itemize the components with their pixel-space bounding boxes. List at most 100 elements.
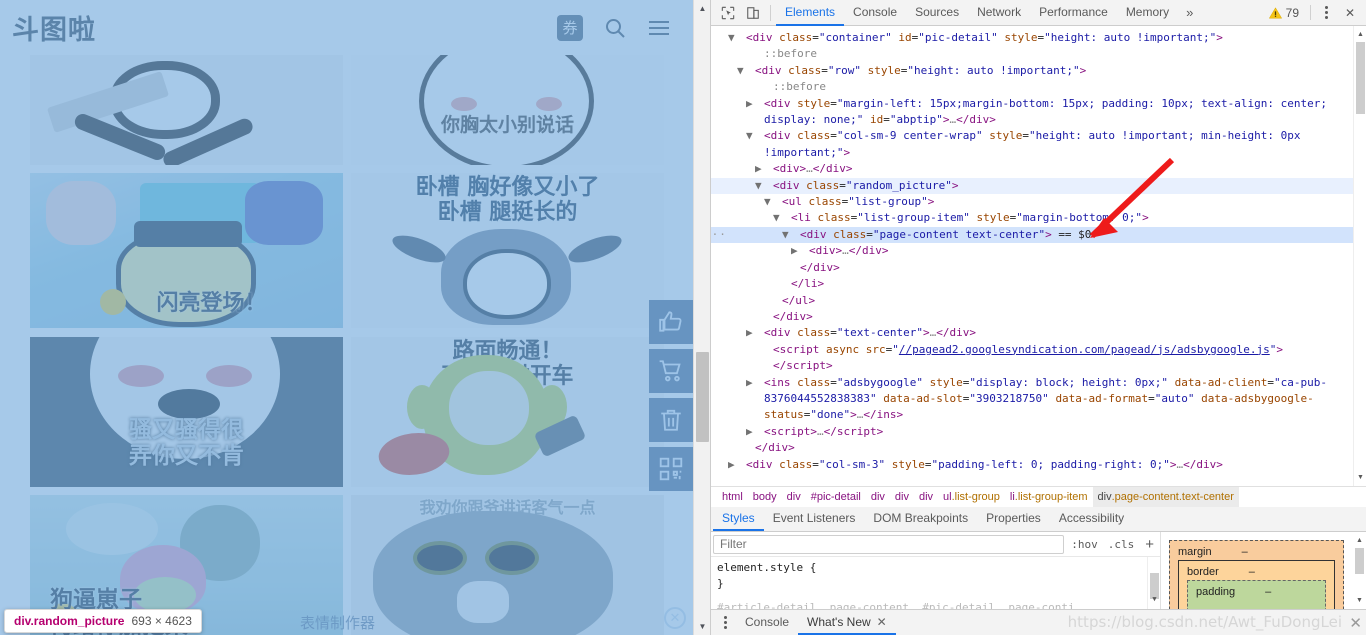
dom-tree-node[interactable]: ▼ <li class="list-group-item" style="marg…: [711, 210, 1366, 226]
tab-elements[interactable]: Elements: [776, 0, 845, 26]
box-model-margin[interactable]: margin – border – padding –: [1169, 540, 1344, 609]
breadcrumb-item[interactable]: ul .list-group: [938, 487, 1005, 507]
scrollbar-thumb[interactable]: [1355, 548, 1364, 574]
meme-card[interactable]: 我劝你跟爷讲话客气一点: [351, 495, 664, 635]
dom-tree-node[interactable]: ▼ <div class="row" style="height: auto !i…: [711, 63, 1366, 79]
dom-tree-node[interactable]: </script>: [711, 358, 1366, 374]
disclosure-triangle-icon[interactable]: ▶: [791, 243, 809, 259]
dom-tree-node[interactable]: ···▼<div class="page-content text-center…: [711, 226, 1366, 244]
styles-scrollbar[interactable]: ▼: [1147, 557, 1160, 609]
scroll-down-icon[interactable]: ▼: [1148, 591, 1160, 607]
scroll-down-icon[interactable]: ▼: [1354, 471, 1366, 484]
site-logo[interactable]: 斗图啦: [12, 8, 96, 47]
disclosure-triangle-icon[interactable]: ▶: [746, 96, 764, 112]
meme-card[interactable]: [30, 55, 343, 165]
disclosure-triangle-icon[interactable]: ▼: [764, 194, 782, 210]
dom-tree-node[interactable]: ▼ <div class="container" id="pic-detail" …: [711, 30, 1366, 46]
disclosure-triangle-icon[interactable]: [764, 79, 773, 95]
disclosure-triangle-icon[interactable]: [782, 276, 791, 292]
breadcrumb-item[interactable]: body: [748, 487, 782, 507]
dom-tree-node[interactable]: </div>: [711, 260, 1366, 276]
dom-tree-node[interactable]: ▶ <div style="margin-left: 15px;margin-bo…: [711, 96, 1366, 129]
breadcrumb-item[interactable]: li .list-group-item: [1005, 487, 1093, 507]
disclosure-triangle-icon[interactable]: ▼: [728, 30, 746, 46]
tab-performance[interactable]: Performance: [1030, 0, 1117, 26]
new-style-rule-button[interactable]: +: [1141, 536, 1158, 553]
dom-tree-node[interactable]: ▶ <div>…</div>: [711, 161, 1366, 177]
disclosure-triangle-icon[interactable]: [764, 342, 773, 358]
drawer-more-options-icon[interactable]: [714, 610, 736, 635]
more-options-icon[interactable]: [1316, 6, 1336, 19]
breadcrumb-item[interactable]: html: [717, 487, 748, 507]
inspect-element-icon[interactable]: [715, 1, 740, 25]
dom-tree-node[interactable]: ▶ <ins class="adsbygoogle" style="display…: [711, 375, 1366, 424]
filter-input[interactable]: [713, 534, 1065, 554]
disclosure-triangle-icon[interactable]: ▶: [746, 375, 764, 391]
dom-tree-node[interactable]: ▼ <div class="random_picture">: [711, 177, 1366, 195]
tab-dom-breakpoints[interactable]: DOM Breakpoints: [864, 507, 977, 531]
dom-tree-node[interactable]: </ul>: [711, 293, 1366, 309]
thumbs-up-icon[interactable]: [649, 300, 693, 344]
breadcrumb-item[interactable]: div: [914, 487, 938, 507]
css-rules-area[interactable]: element.style { } #article-detail .page-…: [711, 557, 1160, 609]
disclosure-triangle-icon[interactable]: [755, 46, 764, 62]
breadcrumb-item[interactable]: div: [782, 487, 806, 507]
drawer-close-icon[interactable]: ✕: [1349, 614, 1362, 632]
breadcrumb-item[interactable]: #pic-detail: [806, 487, 866, 507]
disclosure-triangle-icon[interactable]: [764, 309, 773, 325]
disclosure-triangle-icon[interactable]: [773, 293, 782, 309]
close-icon[interactable]: ✕: [877, 615, 887, 629]
drawer-tab-whats-new[interactable]: What's New ✕: [798, 610, 896, 635]
page-close-icon[interactable]: ✕: [664, 607, 686, 629]
disclosure-triangle-icon[interactable]: ▼: [746, 128, 764, 144]
dom-tree-node[interactable]: ▼ <ul class="list-group">: [711, 194, 1366, 210]
page-scrollbar[interactable]: ▲ ▼: [693, 0, 710, 635]
tab-styles[interactable]: Styles: [713, 507, 764, 531]
disclosure-triangle-icon[interactable]: [764, 358, 773, 374]
menu-icon[interactable]: [647, 16, 671, 40]
dom-tree-node[interactable]: ▼ <div class="col-sm-9 center-wrap" style…: [711, 128, 1366, 161]
box-model-border[interactable]: border – padding –: [1178, 560, 1335, 609]
dom-tree-node[interactable]: ▶ <div>…</div>: [711, 243, 1366, 259]
disclosure-triangle-icon[interactable]: ▶: [755, 161, 773, 177]
disclosure-triangle-icon[interactable]: ▶: [728, 457, 746, 473]
dom-tree-node[interactable]: <script async src="//pagead2.googlesyndi…: [711, 342, 1366, 358]
breadcrumb-item[interactable]: div: [890, 487, 914, 507]
dom-tree-node[interactable]: ▶ <script>…</script>: [711, 424, 1366, 440]
disclosure-triangle-icon[interactable]: ▶: [746, 325, 764, 341]
scroll-up-icon[interactable]: ▲: [1353, 534, 1366, 547]
qrcode-icon[interactable]: [649, 447, 693, 491]
hov-toggle-button[interactable]: :hov: [1068, 538, 1101, 551]
trash-icon[interactable]: [649, 398, 693, 442]
box-model-diagram[interactable]: margin – border – padding –: [1169, 540, 1344, 609]
tab-sources[interactable]: Sources: [906, 0, 968, 26]
dom-tree-node[interactable]: </div>: [711, 440, 1366, 456]
dom-tree-node[interactable]: ::before: [711, 46, 1366, 62]
scrollbar-thumb[interactable]: [696, 352, 709, 442]
coupon-badge-icon[interactable]: 券: [557, 14, 583, 41]
tab-event-listeners[interactable]: Event Listeners: [764, 507, 865, 531]
node-gutter-dots[interactable]: ···: [711, 227, 727, 243]
device-toolbar-icon[interactable]: [740, 1, 765, 25]
box-model-scrollbar[interactable]: ▲ ▼: [1353, 532, 1366, 609]
tab-accessibility[interactable]: Accessibility: [1050, 507, 1133, 531]
box-model-padding[interactable]: padding –: [1187, 580, 1326, 609]
tab-network[interactable]: Network: [968, 0, 1030, 26]
dom-tree-node[interactable]: ::before: [711, 79, 1366, 95]
dom-tree-scrollbar[interactable]: ▲ ▼: [1353, 26, 1366, 486]
tab-memory[interactable]: Memory: [1117, 0, 1178, 26]
meme-card[interactable]: 你胸太小别说话: [351, 55, 664, 165]
dom-tree-panel[interactable]: ▼ <div class="container" id="pic-detail" …: [711, 26, 1366, 486]
meme-card[interactable]: 闪亮登场！: [30, 173, 343, 328]
close-devtools-icon[interactable]: ✕: [1338, 1, 1362, 25]
dom-tree-node[interactable]: </div>: [711, 309, 1366, 325]
disclosure-triangle-icon[interactable]: ▼: [773, 210, 791, 226]
scroll-down-icon[interactable]: ▼: [1353, 594, 1366, 607]
breadcrumb-item[interactable]: div .page-content.text-center: [1092, 487, 1239, 507]
warning-badge[interactable]: 79: [1263, 6, 1305, 20]
scroll-down-icon[interactable]: ▼: [694, 618, 710, 635]
tab-console[interactable]: Console: [844, 0, 906, 26]
disclosure-triangle-icon[interactable]: ▼: [737, 63, 755, 79]
cls-toggle-button[interactable]: .cls: [1105, 538, 1138, 551]
search-icon[interactable]: [603, 16, 627, 40]
